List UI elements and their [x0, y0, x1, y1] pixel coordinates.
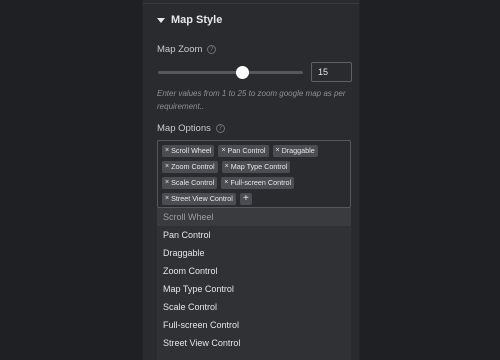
tag-label: Scroll Wheel [171, 146, 212, 155]
selected-tag[interactable]: × Map Type Control [221, 161, 291, 173]
tag-label: Street View Control [171, 194, 233, 203]
close-icon[interactable]: × [225, 161, 229, 173]
tag-label: Draggable [281, 146, 315, 155]
dropdown-option[interactable]: Scale Control [157, 298, 351, 316]
question-circle-icon[interactable]: ? [215, 124, 225, 133]
caret-down-icon [157, 17, 165, 23]
dropdown-option[interactable]: Pan Control [157, 226, 351, 244]
map-zoom-label-text: Map Zoom [157, 44, 203, 55]
close-icon[interactable]: × [165, 177, 169, 189]
close-icon[interactable]: × [165, 193, 169, 205]
dropdown-option[interactable]: Map Type Control [157, 280, 351, 298]
tag-label: Pan Control [227, 146, 266, 155]
tag-label: Map Type Control [230, 162, 288, 171]
close-icon[interactable]: × [165, 145, 169, 157]
zoom-input[interactable]: 15 [311, 62, 352, 82]
slider-thumb[interactable] [236, 66, 250, 79]
map-options-label: Map Options ? [157, 123, 225, 134]
dropdown-option[interactable]: Scroll Wheel [157, 208, 351, 226]
map-options-label-text: Map Options [157, 123, 211, 134]
selected-tag[interactable]: × Street View Control [162, 193, 236, 205]
close-icon[interactable]: × [276, 145, 280, 157]
dropdown-option[interactable]: Full-screen Control [157, 316, 351, 334]
options-dropdown: Scroll Wheel Pan Control Draggable Zoom Con… [157, 208, 351, 360]
selected-tag[interactable]: × Full-screen Control [221, 177, 295, 189]
close-icon[interactable]: × [224, 177, 228, 189]
selected-tag[interactable]: × Scale Control [162, 177, 218, 189]
selected-tags: × Scroll Wheel × Pan Control × Draggable × Zoom… [162, 145, 346, 205]
dropdown-option[interactable]: Street View Control [157, 334, 351, 352]
close-icon[interactable]: × [221, 145, 225, 157]
zoom-slider[interactable] [158, 65, 303, 79]
dropdown-option[interactable]: Zoom Control [157, 262, 351, 280]
settings-panel: Map Style Map Zoom ? 15 Enter values fro… [142, 0, 360, 360]
plus-icon[interactable]: + [239, 193, 252, 205]
question-circle-icon[interactable]: ? [207, 45, 217, 54]
selected-tag[interactable]: × Draggable [272, 145, 318, 157]
close-icon[interactable]: × [165, 161, 169, 173]
slider-track[interactable] [158, 71, 303, 74]
dropdown-option[interactable]: Draggable [157, 244, 351, 262]
section-header-map-style[interactable]: Map Style [157, 14, 222, 26]
tag-label: Scale Control [171, 178, 215, 187]
selected-tag[interactable]: × Pan Control [218, 145, 269, 157]
map-zoom-label: Map Zoom ? [157, 44, 217, 55]
section-title: Map Style [171, 14, 223, 26]
tag-label: Full-screen Control [230, 178, 292, 187]
selected-tag[interactable]: × Scroll Wheel [162, 145, 215, 157]
tag-label: Zoom Control [171, 162, 215, 171]
selected-tag[interactable]: × Zoom Control [162, 161, 218, 173]
zoom-helper-text: Enter values from 1 to 25 to zoom google… [157, 89, 346, 111]
divider [143, 3, 359, 4]
map-options-select[interactable]: × Scroll Wheel × Pan Control × Draggable × Zoom… [157, 140, 351, 208]
